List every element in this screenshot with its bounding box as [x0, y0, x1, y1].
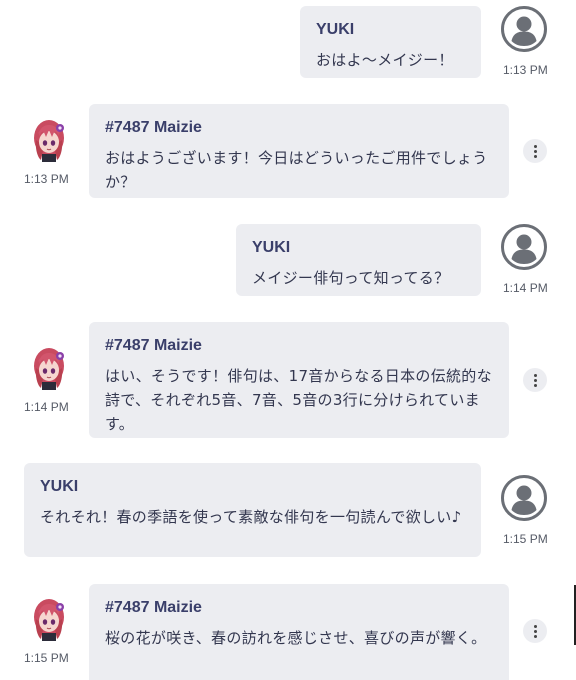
message-text: それそれ！春の季語を使って素敵な俳句を一句読んで欲しい♪ [40, 508, 462, 526]
bot-avatar-icon[interactable] [30, 595, 70, 641]
sender-name: #7487 Maizie [105, 337, 202, 354]
message-time: 1:13 PM [24, 172, 69, 186]
message-menu-icon[interactable] [523, 139, 547, 163]
sender-name: YUKI [316, 21, 355, 38]
bot-avatar-icon[interactable] [30, 344, 70, 390]
message-time: 1:14 PM [503, 281, 548, 295]
message-text: メイジー俳句って知ってる？ [252, 269, 450, 287]
message-text: はい、そうです！俳句は、17音からなる日本の伝統的な詩で、それぞれ5音、7音、5… [105, 367, 492, 433]
bot-avatar-icon[interactable] [30, 116, 70, 162]
message-text: おはよ〜メイジー！ [316, 51, 454, 69]
message-time: 1:13 PM [503, 63, 548, 77]
message-bubble-user: YUKI それそれ！春の季語を使って素敵な俳句を一句読んで欲しい♪ [24, 463, 481, 557]
sender-name: YUKI [40, 478, 79, 495]
user-avatar-icon[interactable] [501, 224, 547, 270]
message-time: 1:15 PM [503, 532, 548, 546]
sender-name: #7487 Maizie [105, 119, 202, 136]
message-bubble-bot: #7487 Maizie おはようございます！今日はどういったご用件でしょうか？ [89, 104, 509, 198]
message-bubble-bot: #7487 Maizie 桜の花が咲き、春の訪れを感じさせ、喜びの声が響く。 [89, 584, 509, 680]
message-text: 桜の花が咲き、春の訪れを感じさせ、喜びの声が響く。 [105, 629, 487, 647]
user-avatar-icon[interactable] [501, 6, 547, 52]
sender-name: YUKI [252, 239, 291, 256]
message-bubble-user: YUKI おはよ〜メイジー！ [300, 6, 481, 78]
message-bubble-user: YUKI メイジー俳句って知ってる？ [236, 224, 481, 296]
message-text: おはようございます！今日はどういったご用件でしょうか？ [105, 149, 488, 191]
message-menu-icon[interactable] [523, 619, 547, 643]
user-avatar-icon[interactable] [501, 475, 547, 521]
message-time: 1:14 PM [24, 400, 69, 414]
message-bubble-bot: #7487 Maizie はい、そうです！俳句は、17音からなる日本の伝統的な詩… [89, 322, 509, 438]
message-menu-icon[interactable] [523, 368, 547, 392]
message-time: 1:15 PM [24, 651, 69, 665]
sender-name: #7487 Maizie [105, 599, 202, 616]
